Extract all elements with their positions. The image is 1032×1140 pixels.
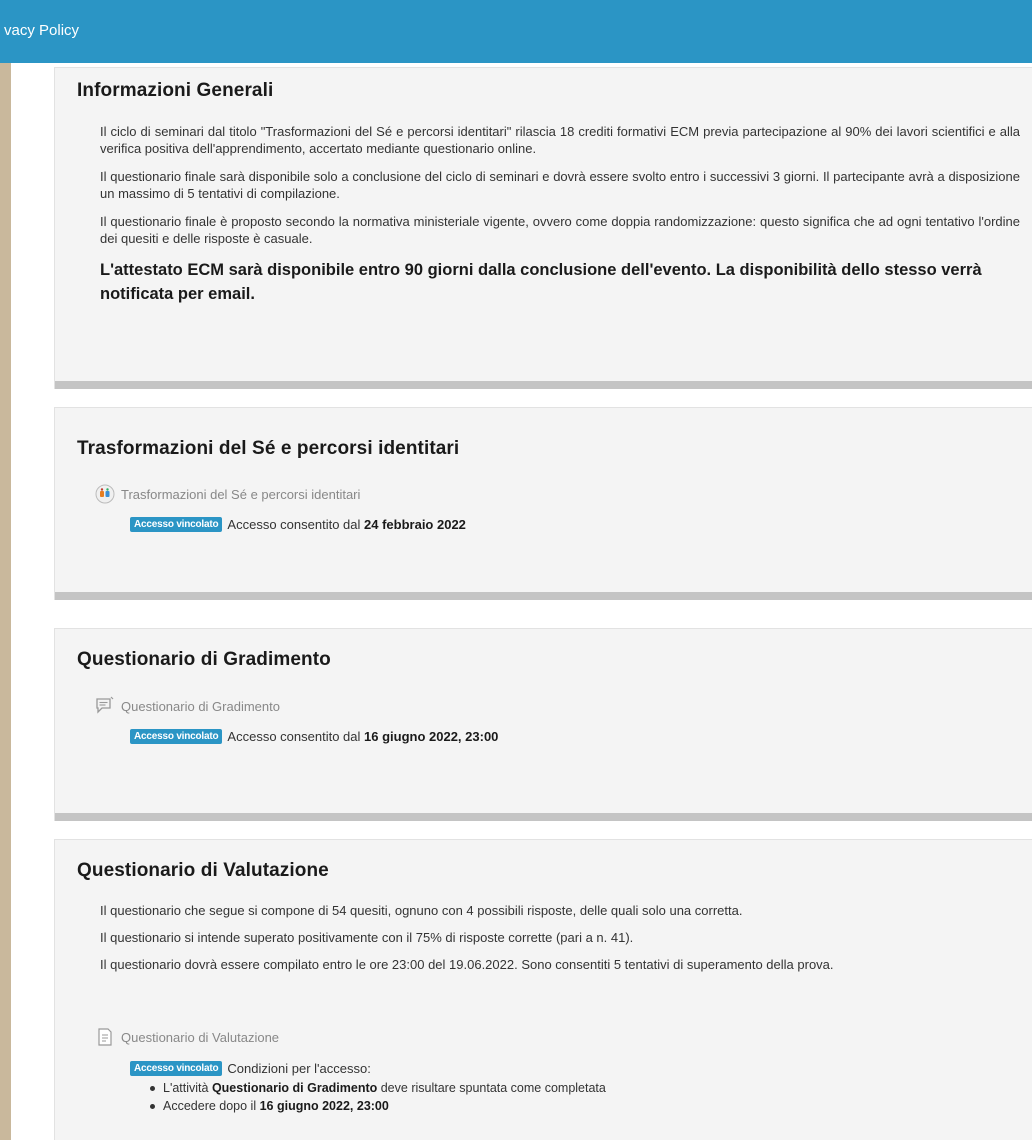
section-divider: [55, 592, 1032, 600]
access-condition: L'attività Questionario di Gradimento de…: [148, 1079, 606, 1097]
section-title: Informazioni Generali: [77, 80, 274, 101]
evaluation-paragraph-2: Il questionario si intende superato posi…: [100, 930, 634, 945]
restriction-date: 16 giugno 2022, 23:00: [364, 729, 499, 744]
top-navbar: vacy Policy: [0, 0, 1032, 63]
restriction-text: Condizioni per l'accesso:: [227, 1061, 371, 1076]
access-restriction: Accesso vincolato Accesso consentito dal…: [130, 729, 498, 744]
quiz-icon: [95, 1027, 115, 1047]
activity-label: Questionario di Valutazione: [121, 1029, 280, 1045]
activity-gradimento[interactable]: Questionario di Gradimento: [95, 695, 280, 717]
course-page: Informazioni Generali Il ciclo di semina…: [11, 63, 1032, 1140]
activity-label: Questionario di Gradimento: [121, 698, 280, 714]
section-questionario-valutazione: Questionario di Valutazione Il questiona…: [54, 839, 1032, 1140]
access-restriction: Accesso vincolato Accesso consentito dal…: [130, 517, 466, 532]
section-title: Trasformazioni del Sé e percorsi identit…: [77, 438, 460, 459]
section-informazioni-generali: Informazioni Generali Il ciclo di semina…: [54, 67, 1032, 389]
restriction-text: Accesso consentito dal: [227, 729, 361, 744]
section-title: Questionario di Gradimento: [77, 649, 331, 670]
left-margin: [0, 63, 11, 1140]
privacy-policy-link[interactable]: vacy Policy: [4, 22, 79, 39]
restriction-badge: Accesso vincolato: [130, 517, 223, 532]
info-paragraph-1: Il ciclo di seminari dal titolo "Trasfor…: [100, 124, 1020, 156]
activity-valutazione[interactable]: Questionario di Valutazione: [95, 1026, 279, 1048]
section-trasformazioni: Trasformazioni del Sé e percorsi identit…: [54, 407, 1032, 600]
section-divider: [55, 813, 1032, 821]
info-paragraph-2: Il questionario finale sarà disponibile …: [100, 169, 1020, 201]
evaluation-paragraph-3: Il questionario dovrà essere compilato e…: [100, 957, 834, 972]
video-conference-icon: [95, 484, 115, 504]
section-title: Questionario di Valutazione: [77, 860, 329, 881]
section-questionario-gradimento: Questionario di Gradimento Questionario …: [54, 628, 1032, 821]
restriction-badge: Accesso vincolato: [130, 1061, 223, 1076]
ecm-certificate-note: L'attestato ECM sarà disponibile entro 9…: [100, 261, 982, 303]
info-paragraph-3: Il questionario finale è proposto second…: [100, 214, 1020, 246]
restriction-date: 24 febbraio 2022: [364, 517, 466, 532]
restriction-badge: Accesso vincolato: [130, 729, 223, 744]
access-condition: Accedere dopo il 16 giugno 2022, 23:00: [148, 1097, 606, 1115]
activity-seminar[interactable]: Trasformazioni del Sé e percorsi identit…: [95, 483, 360, 505]
activity-label: Trasformazioni del Sé e percorsi identit…: [121, 486, 361, 502]
feedback-icon: [95, 696, 115, 716]
restriction-text: Accesso consentito dal: [227, 517, 361, 532]
section-divider: [55, 381, 1032, 389]
access-restriction: Accesso vincolato Condizioni per l'acces…: [130, 1061, 371, 1076]
access-conditions-list: L'attività Questionario di Gradimento de…: [148, 1079, 606, 1115]
evaluation-paragraph-1: Il questionario che segue si compone di …: [100, 903, 743, 918]
